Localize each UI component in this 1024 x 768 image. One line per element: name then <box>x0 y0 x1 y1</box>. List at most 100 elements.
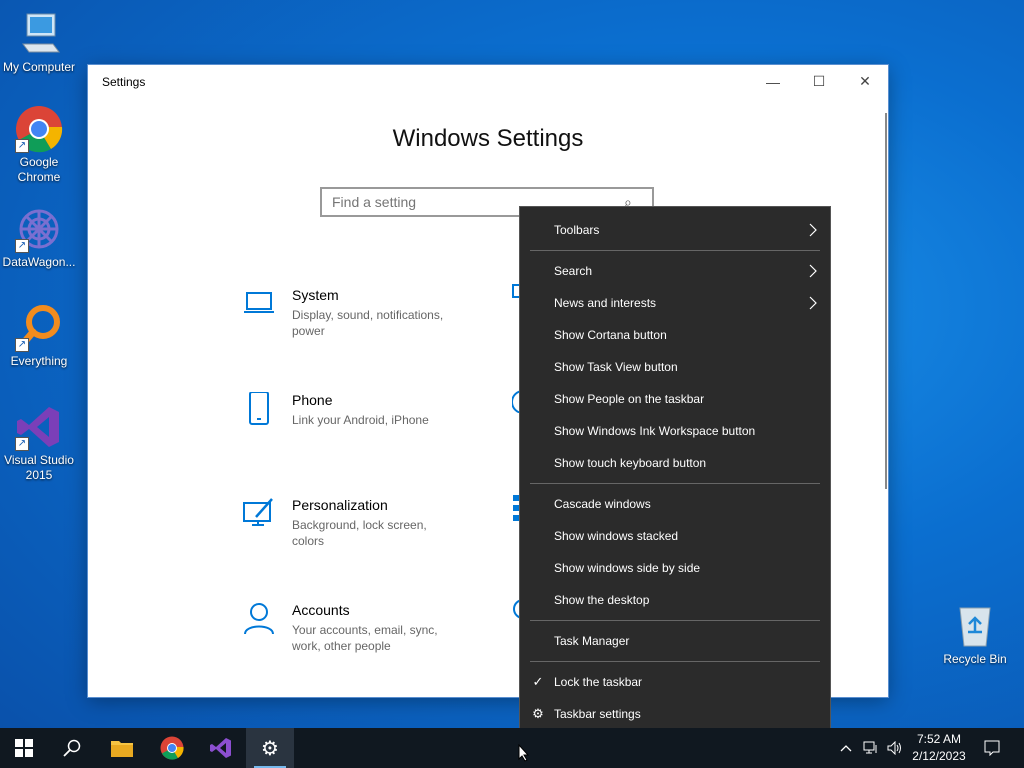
desktop-icon-my-computer[interactable]: My Computer <box>0 10 78 75</box>
desktop-icon-recycle-bin[interactable]: Recycle Bin <box>936 602 1014 667</box>
menu-item-task-manager[interactable]: Task Manager <box>520 626 830 656</box>
menu-item-show-people[interactable]: Show People on the taskbar <box>520 384 830 414</box>
everything-icon: ↗ <box>15 304 63 352</box>
menu-item-label: Show touch keyboard button <box>554 456 707 470</box>
menu-item-lock-the-taskbar[interactable]: ✓ Lock the taskbar <box>520 667 830 697</box>
tile-title: Personalization <box>292 497 388 513</box>
chevron-right-icon <box>806 222 820 238</box>
menu-item-label: Show Task View button <box>554 360 678 374</box>
start-button[interactable] <box>0 728 48 768</box>
menu-item-label: Show windows stacked <box>554 529 679 543</box>
person-icon <box>242 602 276 636</box>
menu-separator <box>530 620 820 621</box>
chevron-right-icon <box>806 295 820 311</box>
mouse-cursor-icon <box>518 744 530 762</box>
tile-description: Your accounts, email, sync, work, other … <box>292 623 438 653</box>
title-bar[interactable]: Settings — ☐ ✕ <box>88 65 888 98</box>
visual-studio-icon: ↗ <box>15 403 63 451</box>
clock-time: 7:52 AM <box>916 732 962 746</box>
menu-item-show-windows-side-by-side[interactable]: Show windows side by side <box>520 553 830 583</box>
menu-item-label: Taskbar settings <box>554 707 641 721</box>
phone-icon <box>242 391 276 426</box>
page-title: Windows Settings <box>392 125 584 152</box>
tile-title: System <box>292 287 339 303</box>
taskbar-settings[interactable]: ⚙ <box>246 728 294 768</box>
taskbar-search-button[interactable] <box>48 728 96 768</box>
taskbar-context-menu[interactable]: Toolbars Search News and interests Show … <box>519 206 831 738</box>
search-icon <box>63 739 81 757</box>
tile-title: Accounts <box>292 602 350 618</box>
desktop-icon-label: My Computer <box>2 60 76 74</box>
menu-item-label: Lock the taskbar <box>554 675 643 689</box>
maximize-button[interactable]: ☐ <box>796 65 842 98</box>
gear-icon: ⚙ <box>532 706 544 721</box>
menu-item-show-task-view-button[interactable]: Show Task View button <box>520 352 830 382</box>
desktop-icon-visual-studio[interactable]: ↗ Visual Studio 2015 <box>0 403 78 483</box>
clock-date: 2/12/2023 <box>912 749 966 763</box>
datawagon-icon: ↗ <box>15 205 63 253</box>
desktop-icon-label: Recycle Bin <box>943 652 1007 666</box>
shortcut-arrow-icon: ↗ <box>15 239 29 253</box>
chrome-icon <box>160 736 184 760</box>
menu-item-show-the-desktop[interactable]: Show the desktop <box>520 585 830 615</box>
desktop-icon-label: Everything <box>10 354 68 368</box>
menu-item-show-cortana-button[interactable]: Show Cortana button <box>520 320 830 350</box>
close-button[interactable]: ✕ <box>842 65 888 98</box>
volume-icon[interactable] <box>884 728 906 768</box>
menu-item-show-touch-keyboard[interactable]: Show touch keyboard button <box>520 448 830 478</box>
menu-item-show-windows-stacked[interactable]: Show windows stacked <box>520 521 830 551</box>
gear-icon: ⚙ <box>261 737 279 760</box>
menu-item-label: Show Windows Ink Workspace button <box>554 424 756 438</box>
visual-studio-icon <box>210 738 231 758</box>
recycle-bin-icon <box>951 602 999 650</box>
action-center-button[interactable] <box>978 728 1006 768</box>
personalization-icon <box>242 497 276 531</box>
menu-item-show-windows-ink[interactable]: Show Windows Ink Workspace button <box>520 416 830 446</box>
menu-item-label: Search <box>554 264 593 278</box>
menu-item-label: Show windows side by side <box>554 561 701 575</box>
menu-separator <box>530 483 820 484</box>
menu-item-label: Toolbars <box>554 223 600 237</box>
window-title: Settings <box>102 75 146 89</box>
scrollbar[interactable] <box>885 113 887 489</box>
tile-description: Background, lock screen, colors <box>292 518 427 548</box>
desktop-icon-label: Google Chrome <box>17 155 61 184</box>
menu-item-news-and-interests[interactable]: News and interests <box>520 288 830 318</box>
tile-title: Phone <box>292 392 333 408</box>
taskbar-clock[interactable]: 7:52 AM 2/12/2023 <box>904 731 974 765</box>
menu-item-label: Cascade windows <box>554 497 651 511</box>
computer-icon <box>15 10 63 58</box>
shortcut-arrow-icon: ↗ <box>15 338 29 352</box>
desktop-icon-label: Visual Studio 2015 <box>4 453 74 482</box>
chevron-up-icon <box>840 745 852 752</box>
menu-item-toolbars[interactable]: Toolbars <box>520 215 830 245</box>
desktop-icon-everything[interactable]: ↗ Everything <box>0 304 78 369</box>
network-icon[interactable] <box>860 728 882 768</box>
menu-item-taskbar-settings[interactable]: ⚙ Taskbar settings <box>520 699 830 729</box>
show-hidden-icons-button[interactable] <box>836 728 856 768</box>
shortcut-arrow-icon: ↗ <box>15 139 29 153</box>
taskbar[interactable]: ⚙ 7:52 AM 2/12/2023 <box>0 728 1024 768</box>
chrome-icon: ↗ <box>15 105 63 153</box>
taskbar-visual-studio[interactable] <box>197 728 245 768</box>
desktop-icon-label: DataWagon... <box>2 255 76 269</box>
desktop-icon-datawagon[interactable]: ↗ DataWagon... <box>0 205 78 270</box>
menu-item-cascade-windows[interactable]: Cascade windows <box>520 489 830 519</box>
notification-icon <box>984 740 1000 756</box>
taskbar-google-chrome[interactable] <box>148 728 196 768</box>
menu-item-label: News and interests <box>554 296 657 310</box>
tile-description: Display, sound, notifications, power <box>292 308 444 338</box>
minimize-button[interactable]: — <box>750 65 796 98</box>
menu-separator <box>530 250 820 251</box>
chevron-right-icon <box>806 263 820 279</box>
menu-item-search[interactable]: Search <box>520 256 830 286</box>
tile-description: Link your Android, iPhone <box>292 413 429 427</box>
menu-item-label: Show Cortana button <box>554 328 667 342</box>
checkmark-icon: ✓ <box>532 674 544 689</box>
desktop-icon-google-chrome[interactable]: ↗ Google Chrome <box>0 105 78 185</box>
menu-item-label: Task Manager <box>554 634 630 648</box>
taskbar-file-explorer[interactable] <box>98 728 146 768</box>
shortcut-arrow-icon: ↗ <box>15 437 29 451</box>
menu-item-label: Show People on the taskbar <box>554 392 705 406</box>
menu-item-label: Show the desktop <box>554 593 650 607</box>
